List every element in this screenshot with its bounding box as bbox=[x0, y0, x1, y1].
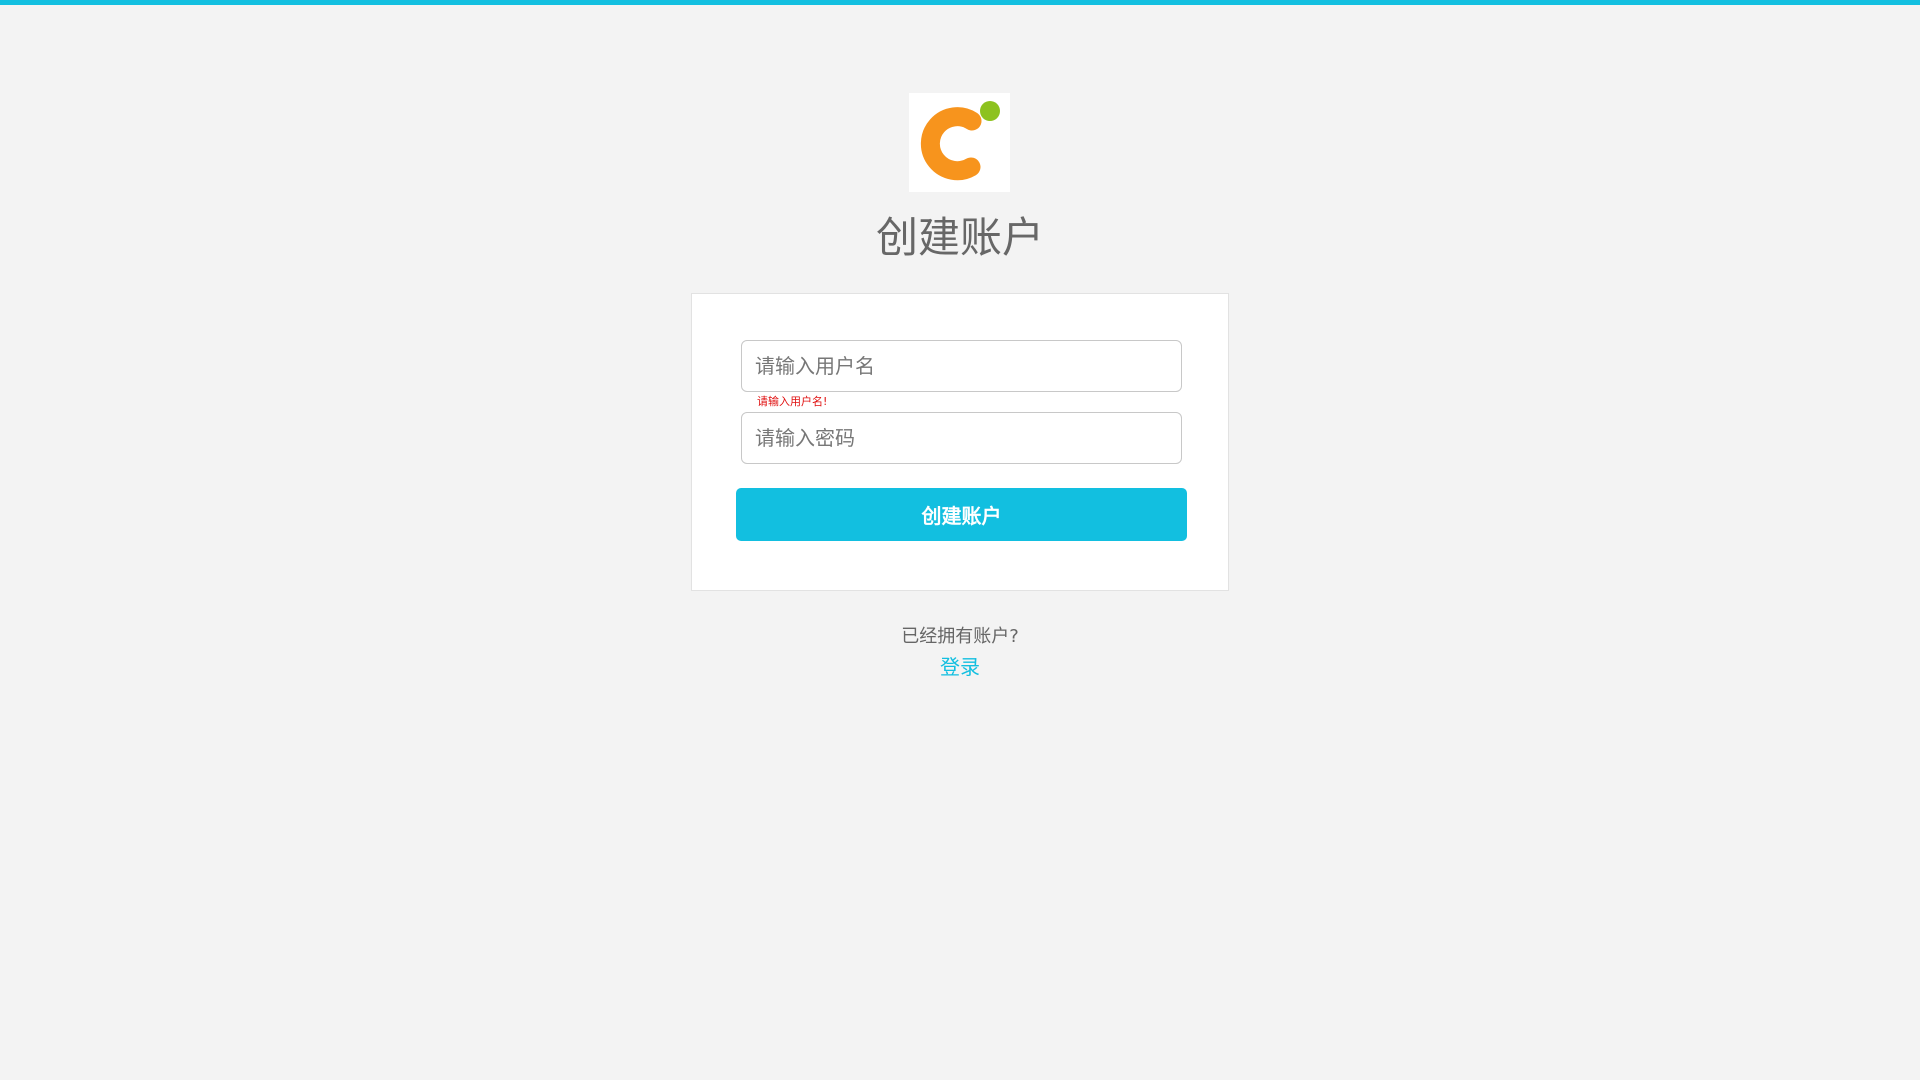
page-title: 创建账户 bbox=[875, 213, 1044, 262]
password-input[interactable] bbox=[742, 413, 1181, 463]
username-field[interactable] bbox=[741, 340, 1182, 392]
top-accent-bar bbox=[0, 0, 1920, 5]
login-link[interactable]: 登录 bbox=[940, 655, 980, 679]
create-account-button[interactable]: 创建账户 bbox=[736, 488, 1187, 541]
login-link-container: 登录 bbox=[0, 654, 1920, 680]
username-error-message: 请输入用户名! bbox=[757, 395, 828, 408]
existing-account-prompt: 已经拥有账户? bbox=[901, 626, 1019, 647]
signup-card: 请输入用户名! 创建账户 bbox=[691, 293, 1229, 591]
brand-c-logo-icon bbox=[920, 101, 1000, 181]
password-field[interactable] bbox=[741, 412, 1182, 464]
brand-logo bbox=[909, 93, 1010, 192]
username-input[interactable] bbox=[742, 341, 1181, 391]
